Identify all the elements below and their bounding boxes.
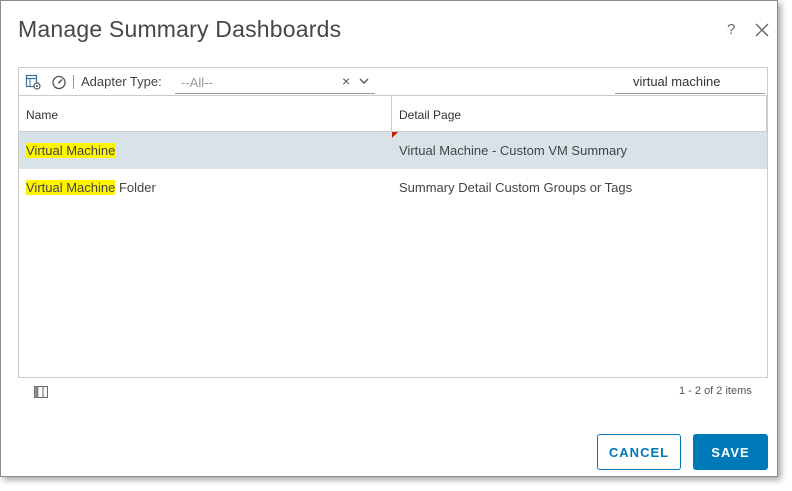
row-detail-cell: Virtual Machine - Custom VM Summary [399, 143, 628, 158]
table-header: Name Detail Page [19, 96, 767, 132]
column-header-detail-page[interactable]: Detail Page [399, 108, 461, 122]
clear-icon[interactable]: × [342, 73, 350, 89]
row-detail-cell: Summary Detail Custom Groups or Tags [399, 180, 633, 195]
column-toggle-icon[interactable] [34, 386, 48, 398]
modified-indicator [392, 132, 398, 138]
table-row[interactable]: Virtual Machine Virtual Machine - Custom… [19, 132, 767, 169]
save-button[interactable]: SAVE [693, 434, 768, 470]
row-name-rest: Folder [115, 180, 156, 195]
adapter-type-value: --All-- [181, 75, 213, 90]
search-match-highlight: Virtual Machine [26, 143, 116, 158]
column-divider[interactable] [391, 96, 392, 131]
close-icon[interactable] [753, 21, 771, 39]
chevron-down-icon[interactable] [359, 78, 369, 85]
speedometer-icon[interactable] [51, 74, 67, 90]
cancel-button[interactable]: CANCEL [597, 434, 681, 470]
dialog-title: Manage Summary Dashboards [18, 16, 342, 42]
help-button[interactable]: ? [727, 21, 735, 38]
search-match-highlight: Virtual Machine [26, 180, 116, 195]
manage-summary-dashboards-dialog: Manage Summary Dashboards ? Adapter Type… [0, 0, 778, 477]
column-divider[interactable] [766, 96, 767, 131]
column-header-name[interactable]: Name [26, 108, 58, 122]
grid-toolbar: Adapter Type: --All-- × [19, 68, 767, 96]
dashboard-settings-icon[interactable] [25, 74, 41, 90]
dashboards-grid: Adapter Type: --All-- × Name Detail Page… [18, 67, 768, 378]
row-name-cell: Virtual Machine Folder [26, 180, 156, 195]
search-input[interactable] [615, 70, 765, 94]
adapter-type-label: Adapter Type: [81, 74, 162, 89]
row-name-cell: Virtual Machine [26, 143, 116, 158]
table-row[interactable]: Virtual Machine Folder Summary Detail Cu… [19, 169, 767, 206]
adapter-type-select[interactable]: --All-- × [175, 72, 375, 94]
toolbar-separator [73, 75, 74, 89]
pagination-count: 1 - 2 of 2 items [679, 385, 752, 397]
